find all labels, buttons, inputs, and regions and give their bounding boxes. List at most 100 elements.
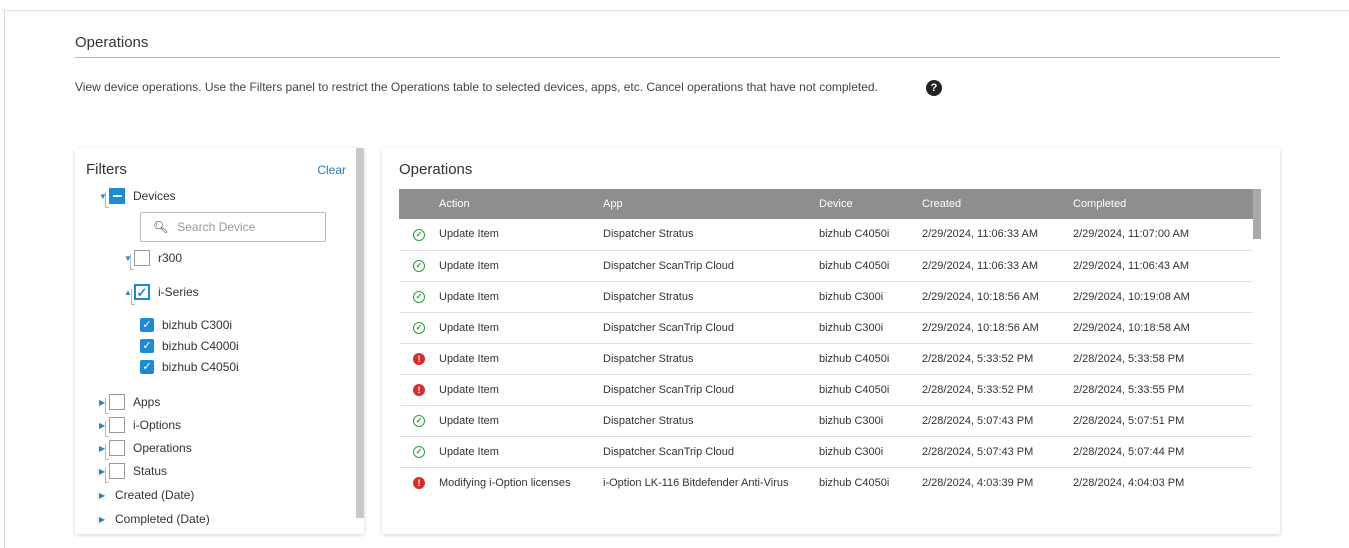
status-cell: ! (399, 374, 439, 405)
filter-device-item[interactable]: ✓ bizhub C300i (140, 318, 232, 332)
success-check-icon: ✓ (413, 291, 425, 303)
device-checkbox[interactable]: ✓ (140, 360, 154, 374)
category-checkbox[interactable] (105, 394, 125, 414)
device-cell: bizhub C4050i (819, 476, 890, 489)
page-frame-top (4, 10, 1349, 11)
error-alert-icon: ! (413, 352, 425, 365)
device-label: bizhub C300i (162, 318, 233, 332)
device-label: bizhub C4050i (162, 360, 239, 374)
status-cell: ✓ (399, 281, 439, 312)
category-checkbox[interactable] (105, 463, 125, 483)
filter-device-item[interactable]: ✓ bizhub C4000i (140, 339, 239, 353)
column-header-created[interactable]: Created (922, 189, 1073, 219)
category-label: Operations (133, 441, 192, 455)
filter-device-item[interactable]: ✓ bizhub C4050i (140, 360, 239, 374)
column-header-device[interactable]: Device (819, 189, 922, 219)
group-i-series-label: i-Series (158, 285, 199, 299)
table-row[interactable]: ! Update Item Dispatcher ScanTrip Cloud biz… (399, 374, 1253, 405)
filter-devices-label: Devices (133, 189, 176, 203)
table-scrollbar-thumb[interactable] (1253, 189, 1261, 239)
category-label: i-Options (133, 418, 182, 432)
filter-category-operations[interactable]: ▶ Operations (99, 440, 192, 460)
search-device-box[interactable]: 🔍︎ (140, 212, 326, 242)
check-icon: ✓ (142, 360, 152, 373)
app-cell: Dispatcher Stratus (603, 290, 694, 303)
success-check-icon: ✓ (413, 322, 425, 334)
completed-cell: 2/29/2024, 11:06:43 AM (1073, 259, 1189, 272)
filter-category-status[interactable]: ▶ Status (99, 463, 167, 483)
created-cell: 2/28/2024, 5:07:43 PM (922, 414, 1034, 427)
table-row[interactable]: ! Update Item Dispatcher Stratus bizhub C40… (399, 343, 1253, 374)
success-check-icon: ✓ (413, 228, 425, 241)
table-row[interactable]: ✓ Update Item Dispatcher ScanTrip Cloud biz… (399, 436, 1253, 467)
device-checkbox[interactable]: ✓ (140, 339, 154, 353)
devices-checkbox[interactable] (105, 188, 125, 208)
status-cell: ✓ (399, 312, 439, 343)
completed-cell: 2/29/2024, 11:07:00 AM (1073, 228, 1189, 241)
table-row[interactable]: ✓ Update Item Dispatcher ScanTrip Cloud biz… (399, 312, 1253, 343)
completed-cell: 2/28/2024, 5:33:55 PM (1073, 383, 1185, 396)
group-r300-checkbox[interactable] (130, 250, 150, 270)
table-scrollbar[interactable] (1253, 189, 1261, 496)
column-header-completed[interactable]: Completed (1073, 189, 1253, 219)
table-row[interactable]: ✓ Update Item Dispatcher Stratus bizhub C30… (399, 405, 1253, 436)
column-header-status[interactable] (399, 189, 439, 219)
category-label: Completed (Date) (115, 512, 210, 526)
device-checkbox[interactable]: ✓ (140, 318, 154, 332)
table-row[interactable]: ! Modifying i-Option licenses i-Option LK-… (399, 467, 1253, 496)
filters-scrollbar[interactable] (356, 148, 364, 518)
page-description: View device operations. Use the Filters … (75, 80, 878, 94)
device-cell: bizhub C4050i (819, 259, 890, 272)
column-header-action[interactable]: Action (439, 189, 603, 219)
caret-right-icon[interactable]: ▶ (99, 515, 109, 524)
action-cell: Update Item (439, 290, 499, 303)
group-r300-label: r300 (158, 251, 183, 265)
page-frame-left (4, 10, 5, 548)
group-i-series-checkbox[interactable]: ✓ (131, 284, 150, 305)
created-cell: 2/28/2024, 5:07:43 PM (922, 445, 1034, 458)
operations-title: Operations (399, 161, 473, 178)
filter-group-r300[interactable]: ▼ r300 (124, 250, 183, 270)
created-cell: 2/29/2024, 11:06:33 AM (922, 259, 1038, 272)
action-cell: Update Item (439, 352, 499, 365)
category-checkbox[interactable] (105, 417, 125, 437)
app-cell: Dispatcher ScanTrip Cloud (603, 445, 735, 458)
action-cell: Modifying i-Option licenses (439, 476, 571, 489)
column-header-app[interactable]: App (603, 189, 819, 219)
search-device-input[interactable] (177, 220, 318, 234)
caret-right-icon[interactable]: ▶ (99, 491, 109, 500)
operations-table-body: ✓ Update Item Dispatcher Stratus bizhub C40… (399, 219, 1253, 496)
device-cell: bizhub C4050i (819, 383, 890, 396)
error-alert-icon: ! (413, 476, 425, 489)
filter-category-completed-date[interactable]: ▶ Completed (Date) (99, 512, 210, 526)
table-row[interactable]: ✓ Update Item Dispatcher ScanTrip Cloud biz… (399, 250, 1253, 281)
action-cell: Update Item (439, 445, 499, 458)
device-cell: bizhub C4050i (819, 228, 890, 241)
table-row[interactable]: ✓ Update Item Dispatcher Stratus bizhub C30… (399, 281, 1253, 312)
success-check-icon: ✓ (413, 415, 425, 427)
app-cell: Dispatcher Stratus (603, 228, 694, 241)
created-cell: 2/28/2024, 4:03:39 PM (922, 476, 1034, 489)
filter-category-i-options[interactable]: ▶ i-Options (99, 417, 182, 437)
device-cell: bizhub C4050i (819, 352, 890, 365)
success-check-icon: ✓ (413, 446, 425, 458)
category-checkbox[interactable] (105, 440, 125, 460)
category-label: Created (Date) (115, 488, 195, 502)
help-icon[interactable]: ? (926, 80, 942, 96)
filter-devices-row[interactable]: ▼ Devices (99, 188, 176, 208)
title-divider (75, 57, 1280, 58)
completed-cell: 2/28/2024, 5:07:44 PM (1073, 445, 1185, 458)
action-cell: Update Item (439, 228, 499, 241)
created-cell: 2/29/2024, 10:18:56 AM (922, 321, 1039, 334)
check-icon: ✓ (136, 284, 148, 300)
filter-category-apps[interactable]: ▶ Apps (99, 394, 160, 414)
filter-group-i-series[interactable]: ▲ ✓ i-Series (124, 284, 199, 305)
clear-filters-link[interactable]: Clear (317, 163, 346, 177)
table-row[interactable]: ✓ Update Item Dispatcher Stratus bizhub C40… (399, 219, 1253, 250)
filter-category-created-date[interactable]: ▶ Created (Date) (99, 488, 194, 502)
page-title: Operations (75, 34, 149, 51)
status-cell: ! (399, 467, 439, 496)
status-cell: ✓ (399, 405, 439, 436)
operations-panel: Operations Action App Device Created Com… (382, 148, 1280, 534)
app-cell: i-Option LK-116 Bitdefender Anti-Virus (603, 476, 789, 489)
